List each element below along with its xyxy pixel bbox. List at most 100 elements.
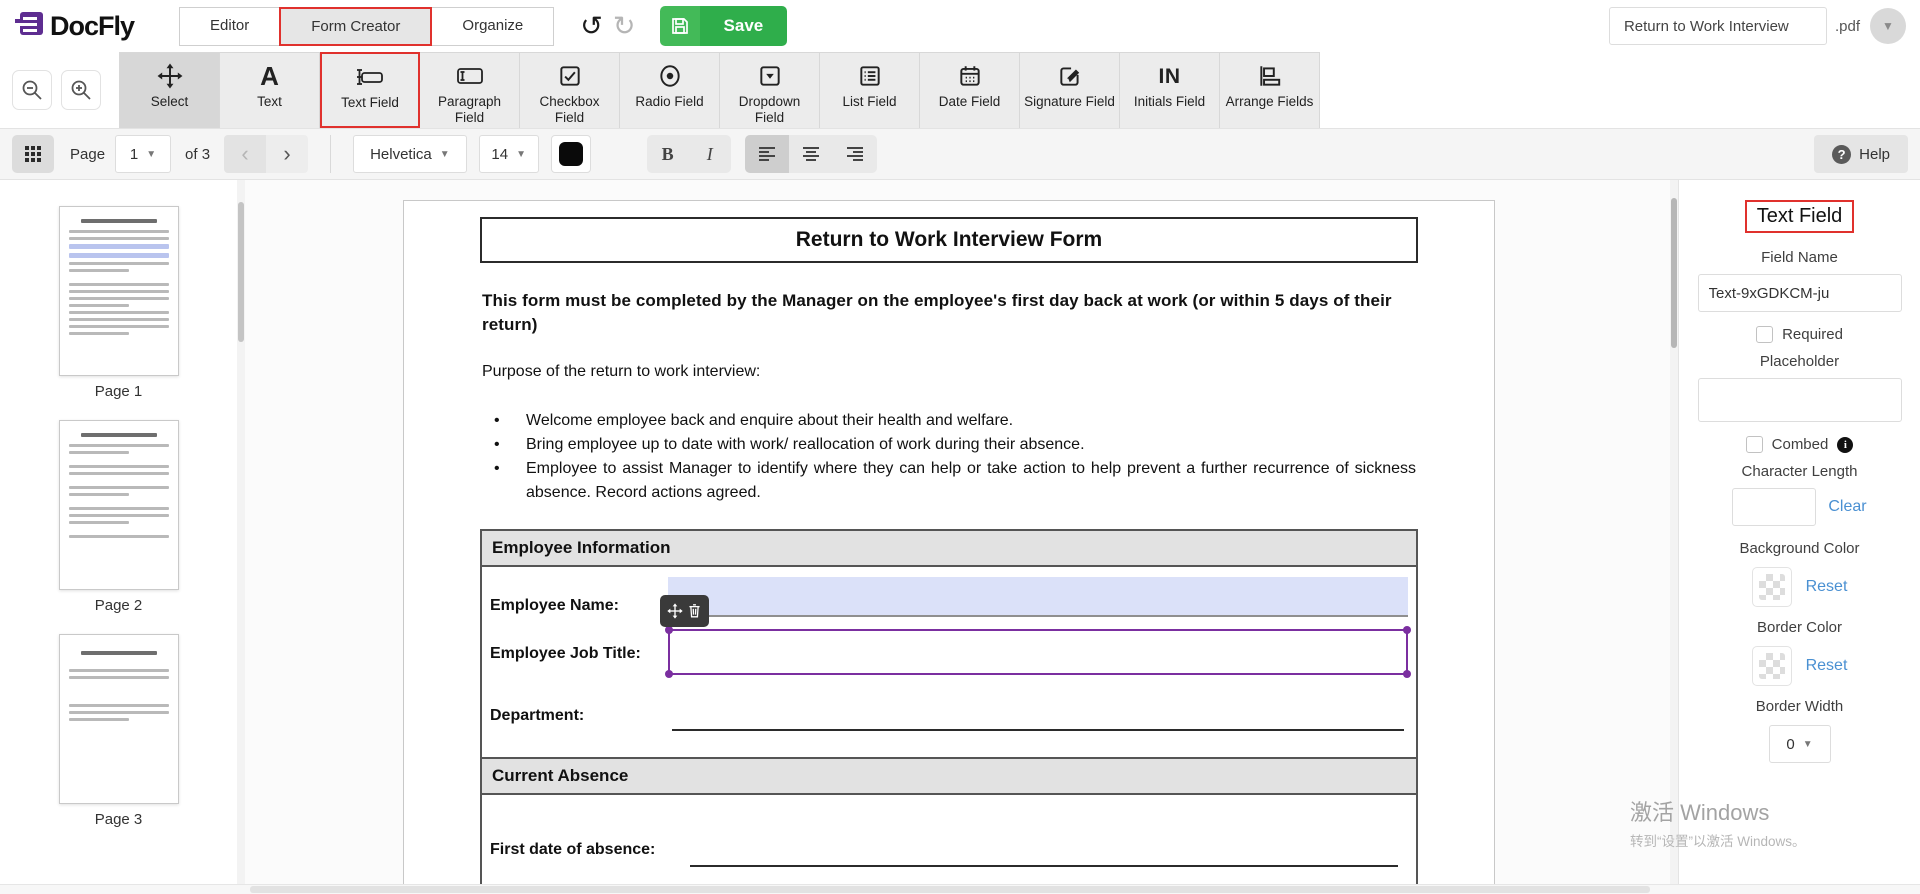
tool-initials-field[interactable]: IN Initials Field <box>1120 52 1220 128</box>
align-right-icon <box>845 146 865 162</box>
current-absence-section: Current Absence First date of absence: L… <box>480 757 1418 884</box>
chevron-right-icon: › <box>283 141 290 167</box>
field-name-input[interactable] <box>1698 274 1902 312</box>
italic-button[interactable]: I <box>689 135 731 173</box>
docfly-logo[interactable]: DocFly <box>14 11 134 42</box>
tool-signature-field[interactable]: Signature Field <box>1020 52 1120 128</box>
font-size-select[interactable]: 14 ▼ <box>479 135 539 173</box>
border-color-swatch[interactable] <box>1752 646 1792 686</box>
file-extension-label: .pdf <box>1835 18 1860 35</box>
tool-label: Dropdown Field <box>724 94 816 126</box>
align-center-button[interactable] <box>789 135 833 173</box>
tool-label: Checkbox Field <box>524 94 616 126</box>
required-checkbox[interactable] <box>1756 326 1773 343</box>
text-field-properties-panel: Text Field Field Name Required Placehold… <box>1678 180 1920 884</box>
resize-handle[interactable] <box>665 626 673 634</box>
character-length-label: Character Length <box>1679 463 1920 480</box>
tool-paragraph-field[interactable]: Paragraph Field <box>420 52 520 128</box>
thumbnails-scrollbar[interactable] <box>237 180 245 884</box>
tool-label: Radio Field <box>624 94 716 110</box>
align-left-icon <box>757 146 777 162</box>
chevron-down-icon: ▼ <box>1803 739 1813 750</box>
font-color-button[interactable] <box>551 135 591 173</box>
document-scrollbar[interactable] <box>1670 180 1678 884</box>
clear-link[interactable]: Clear <box>1828 498 1866 516</box>
resize-handle[interactable] <box>1403 670 1411 678</box>
move-field-icon[interactable] <box>667 603 683 619</box>
tool-label: Text <box>224 94 316 110</box>
zoom-out-button[interactable] <box>12 70 52 110</box>
arrange-fields-icon <box>1257 61 1283 91</box>
tab-editor[interactable]: Editor <box>179 7 280 46</box>
page-thumbnail-label: Page 3 <box>95 811 143 828</box>
tool-text[interactable]: A Text <box>220 52 320 128</box>
next-page-button[interactable]: › <box>266 135 308 173</box>
filename-input[interactable] <box>1609 7 1827 45</box>
write-in-line <box>690 865 1398 867</box>
zoom-in-button[interactable] <box>61 70 101 110</box>
tool-arrange-fields[interactable]: Arrange Fields <box>1220 52 1320 128</box>
page-thumbnail-label: Page 1 <box>95 383 143 400</box>
tool-checkbox-field[interactable]: Checkbox Field <box>520 52 620 128</box>
tool-radio-field[interactable]: Radio Field <box>620 52 720 128</box>
background-color-swatch[interactable] <box>1752 567 1792 607</box>
character-length-input[interactable] <box>1732 488 1816 526</box>
chevron-left-icon: ‹ <box>241 141 248 167</box>
font-family-select[interactable]: Helvetica ▼ <box>353 135 467 173</box>
background-color-label: Background Color <box>1679 540 1920 557</box>
info-icon[interactable]: i <box>1837 437 1853 453</box>
border-color-reset-link[interactable]: Reset <box>1806 657 1848 675</box>
thumbnails-sidebar: Page 1 Page 2 Page 3 <box>0 180 237 884</box>
resize-handle[interactable] <box>665 670 673 678</box>
chevron-down-icon: ▼ <box>146 149 156 160</box>
paragraph-field-icon <box>455 61 485 91</box>
tab-form-creator[interactable]: Form Creator <box>279 7 432 46</box>
tool-list-field[interactable]: List Field <box>820 52 920 128</box>
chevron-down-icon: ▼ <box>440 149 450 160</box>
field-toolbar: Select A Text Text Field Paragraph Fie <box>0 52 1920 128</box>
mode-tabs: Editor Form Creator Organize <box>180 7 554 46</box>
tool-label: List Field <box>824 94 916 110</box>
align-right-button[interactable] <box>833 135 877 173</box>
combed-checkbox[interactable] <box>1746 436 1763 453</box>
page-select[interactable]: 1 ▼ <box>115 135 171 173</box>
selected-text-field[interactable] <box>668 629 1408 675</box>
background-color-reset-link[interactable]: Reset <box>1806 578 1848 596</box>
resize-handle[interactable] <box>1403 626 1411 634</box>
document-canvas[interactable]: Return to Work Interview Form This form … <box>245 180 1670 884</box>
placeholder-input[interactable] <box>1698 378 1902 422</box>
thumbnail-grid-button[interactable] <box>12 135 54 173</box>
document-purpose-heading: Purpose of the return to work interview: <box>482 363 1416 381</box>
previous-page-button[interactable]: ‹ <box>224 135 266 173</box>
employee-name-form-field[interactable] <box>668 577 1408 617</box>
bold-button[interactable]: B <box>647 135 689 173</box>
page-thumbnail-1[interactable] <box>59 206 179 376</box>
tab-organize[interactable]: Organize <box>431 7 554 46</box>
redo-icon[interactable]: ↻ <box>613 13 636 40</box>
tool-date-field[interactable]: Date Field <box>920 52 1020 128</box>
undo-icon[interactable]: ↺ <box>580 13 603 40</box>
page-thumbnail-3[interactable] <box>59 634 179 804</box>
align-center-icon <box>801 146 821 162</box>
save-button[interactable]: Save <box>660 6 788 46</box>
page-thumbnail-2[interactable] <box>59 420 179 590</box>
tool-select[interactable]: Select <box>120 52 220 128</box>
help-button[interactable]: ? Help <box>1814 135 1908 173</box>
horizontal-scrollbar[interactable] <box>0 884 1920 894</box>
border-width-select[interactable]: 0 ▼ <box>1769 725 1831 763</box>
align-left-button[interactable] <box>745 135 789 173</box>
document-bullet-list: Welcome employee back and enquire about … <box>494 409 1416 505</box>
field-mini-toolbar <box>660 595 709 627</box>
tool-dropdown-field[interactable]: Dropdown Field <box>720 52 820 128</box>
combed-label: Combed <box>1772 436 1829 453</box>
page-select-value: 1 <box>130 146 138 163</box>
tool-text-field[interactable]: Text Field <box>320 52 420 128</box>
top-bar: DocFly Editor Form Creator Organize ↺ ↻ … <box>0 0 1920 52</box>
chevron-down-icon: ▼ <box>1882 19 1894 33</box>
chevron-down-icon: ▼ <box>516 149 526 160</box>
bullet-item: Bring employee up to date with work/ rea… <box>494 433 1416 457</box>
account-menu-button[interactable]: ▼ <box>1870 8 1906 44</box>
zoom-out-icon <box>20 78 44 102</box>
panel-title: Text Field <box>1745 200 1855 233</box>
delete-field-icon[interactable] <box>687 603 702 619</box>
